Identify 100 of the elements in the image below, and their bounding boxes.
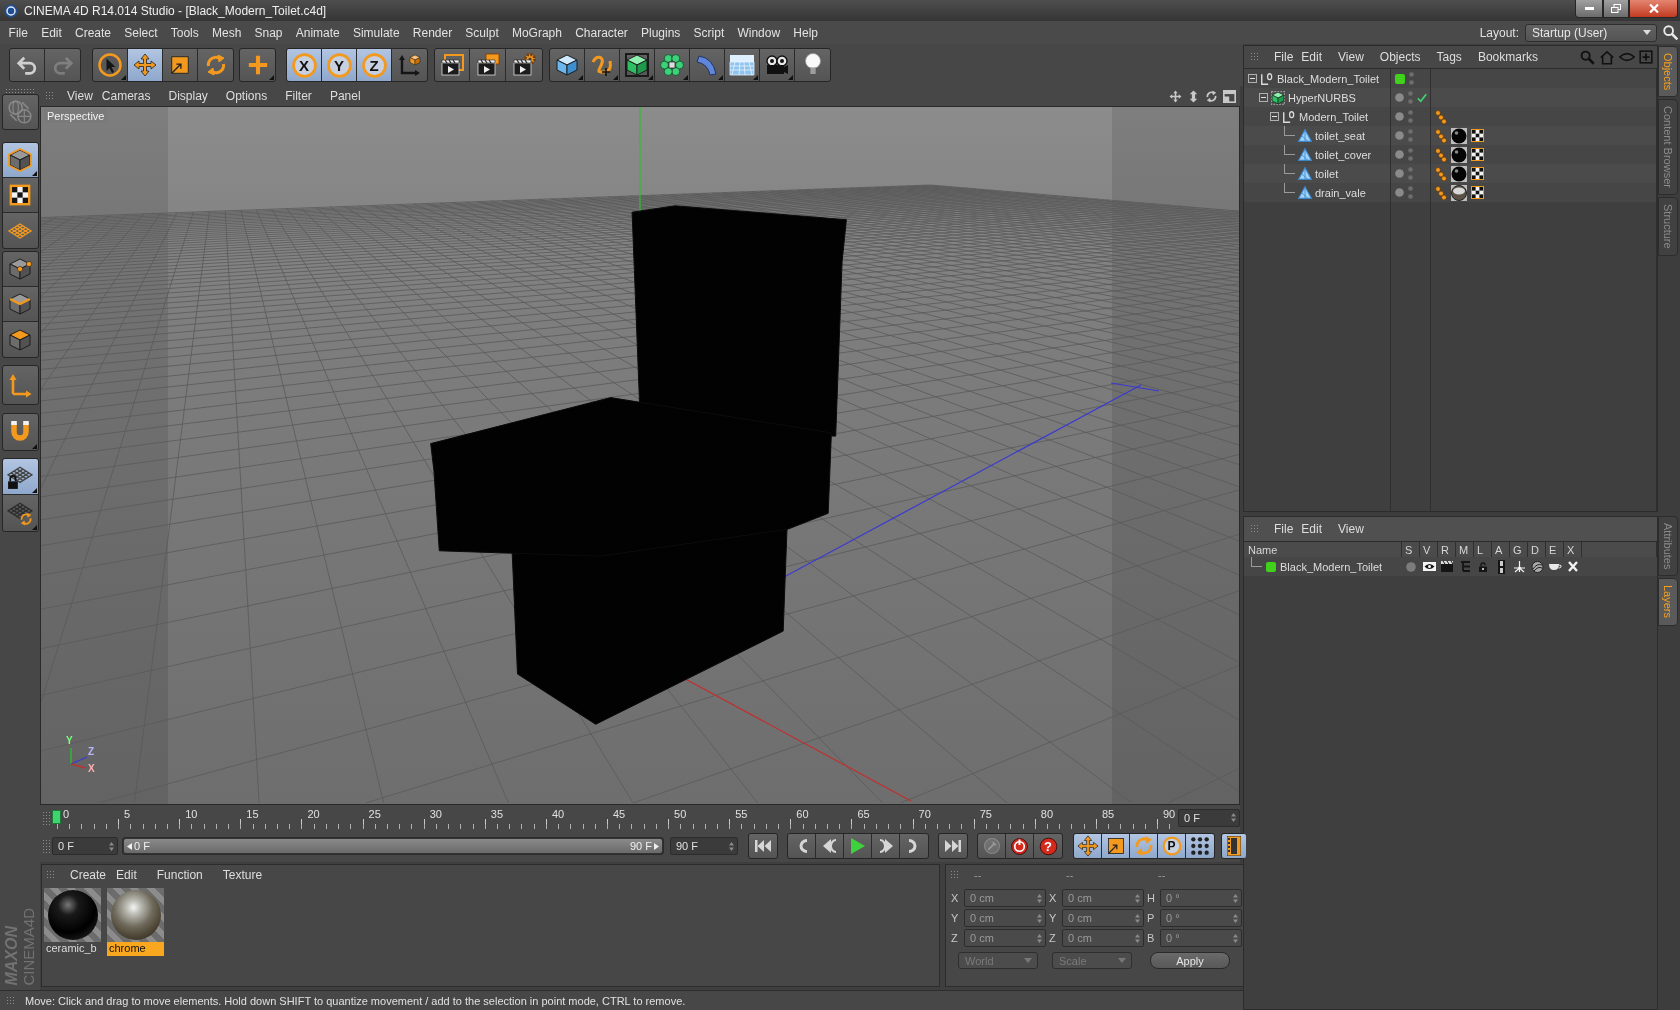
point-mode-button[interactable] bbox=[2, 252, 38, 287]
render-view-button[interactable] bbox=[435, 49, 470, 81]
viewport-menu-item[interactable]: Panel bbox=[320, 89, 370, 103]
snap-button[interactable] bbox=[2, 414, 38, 450]
object-name[interactable]: Black_Modern_Toilet bbox=[1277, 72, 1380, 85]
objects-menu-item[interactable]: View bbox=[1330, 50, 1372, 64]
polygon-mode-button[interactable] bbox=[2, 322, 38, 357]
record-keys-button[interactable] bbox=[978, 834, 1006, 858]
object-name[interactable]: toilet_cover bbox=[1315, 148, 1372, 161]
axis-lock-button[interactable]: Z bbox=[357, 49, 392, 81]
layers-menu-item[interactable]: Edit bbox=[1293, 522, 1331, 536]
restore-button[interactable] bbox=[1603, 0, 1629, 18]
model-mode-button[interactable] bbox=[2, 143, 38, 178]
scale-tool-button[interactable] bbox=[163, 49, 198, 81]
light-button[interactable] bbox=[795, 49, 830, 81]
cube-button[interactable] bbox=[550, 49, 585, 81]
menu-item[interactable]: Simulate bbox=[346, 25, 407, 40]
material-menu-item[interactable]: Create bbox=[70, 868, 107, 882]
checkmark-icon[interactable] bbox=[1417, 92, 1427, 103]
menu-item[interactable]: Help bbox=[786, 25, 825, 40]
objects-menu-item[interactable]: Edit bbox=[1293, 50, 1331, 64]
menu-item[interactable]: File bbox=[2, 25, 35, 40]
frame-range-slider[interactable]: 0 F 90 F bbox=[124, 839, 662, 853]
menu-item[interactable]: Sculpt bbox=[458, 25, 506, 40]
menu-item[interactable]: Create bbox=[68, 25, 118, 40]
search-icon[interactable] bbox=[1663, 25, 1678, 40]
menu-item[interactable]: Render bbox=[406, 25, 459, 40]
material-name[interactable]: chrome bbox=[107, 942, 164, 956]
orbit-icon[interactable] bbox=[1205, 89, 1218, 103]
visibility-dots-icon[interactable] bbox=[1408, 167, 1413, 180]
minimize-button[interactable] bbox=[1575, 0, 1603, 18]
material-menu-item[interactable]: Edit bbox=[106, 868, 147, 882]
previous-key-button[interactable] bbox=[788, 834, 816, 858]
axis-lock-button[interactable]: X bbox=[287, 49, 322, 81]
menu-item[interactable]: Plugins bbox=[634, 25, 687, 40]
object-name[interactable]: toilet_seat bbox=[1315, 129, 1366, 142]
go-to-end-button[interactable] bbox=[939, 834, 967, 858]
menu-item[interactable]: Window bbox=[730, 25, 787, 40]
menu-item[interactable]: MoGraph bbox=[505, 25, 569, 40]
go-to-start-button[interactable] bbox=[749, 834, 777, 858]
deformer-button[interactable] bbox=[690, 49, 725, 81]
collapse-toggle-icon[interactable] bbox=[1248, 74, 1257, 83]
undo-button[interactable] bbox=[10, 49, 45, 81]
parameter-key-button[interactable]: P bbox=[1158, 834, 1186, 858]
material-name[interactable]: ceramic_b bbox=[44, 942, 101, 956]
timeline-button[interactable] bbox=[1222, 834, 1246, 858]
end-frame-field[interactable]: 90 F bbox=[670, 837, 738, 855]
viewport-menu-item[interactable]: View bbox=[67, 89, 93, 103]
objects-menu-item[interactable]: Tags bbox=[1428, 50, 1470, 64]
menu-item[interactable]: Edit bbox=[34, 25, 69, 40]
collapse-toggle-icon[interactable] bbox=[1270, 112, 1279, 121]
recent-tool-button[interactable] bbox=[240, 49, 275, 81]
objects-menu-item[interactable]: Bookmarks bbox=[1469, 50, 1546, 64]
texture-mode-button[interactable] bbox=[2, 178, 38, 213]
object-name[interactable]: toilet bbox=[1315, 167, 1339, 180]
rotation-key-button[interactable] bbox=[1130, 834, 1158, 858]
axis-lock-button[interactable]: Y bbox=[322, 49, 357, 81]
visibility-dots-icon[interactable] bbox=[1408, 129, 1413, 142]
menu-item[interactable]: Select bbox=[117, 25, 165, 40]
visibility-dots-icon[interactable] bbox=[1408, 110, 1413, 123]
point-level-key-button[interactable] bbox=[1186, 834, 1214, 858]
material-menu-item[interactable]: Texture bbox=[212, 868, 273, 882]
menu-item[interactable]: Snap bbox=[247, 25, 290, 40]
camera-button[interactable] bbox=[760, 49, 795, 81]
layers-menu-item[interactable]: View bbox=[1330, 522, 1372, 536]
floor-button[interactable] bbox=[725, 49, 760, 81]
selection-tool-button[interactable] bbox=[93, 49, 128, 81]
menu-item[interactable]: Mesh bbox=[205, 25, 248, 40]
autokey-button[interactable] bbox=[1006, 834, 1034, 858]
collapse-toggle-icon[interactable] bbox=[1259, 93, 1268, 102]
visibility-dots-icon[interactable] bbox=[1408, 91, 1413, 104]
axis-mode-button[interactable] bbox=[2, 366, 38, 404]
apply-button[interactable]: Apply bbox=[1150, 952, 1230, 969]
visibility-dots-icon[interactable] bbox=[1409, 72, 1414, 85]
material-menu-item[interactable]: Function bbox=[146, 868, 213, 882]
lock-workplane-button[interactable] bbox=[2, 459, 38, 495]
menu-item[interactable]: Animate bbox=[289, 25, 347, 40]
next-frame-button[interactable] bbox=[872, 834, 900, 858]
spline-button[interactable] bbox=[585, 49, 620, 81]
visibility-dots-icon[interactable] bbox=[1408, 186, 1413, 199]
close-button[interactable] bbox=[1629, 0, 1678, 18]
layer-name[interactable]: Black_Modern_Toilet bbox=[1280, 560, 1383, 573]
objects-menu-item[interactable]: File bbox=[1274, 50, 1294, 64]
subdivision-button[interactable] bbox=[620, 49, 655, 81]
viewport-menu-item[interactable]: Cameras bbox=[92, 89, 160, 103]
material-sphere-drawing[interactable] bbox=[107, 888, 164, 942]
window-layout-icon[interactable] bbox=[1223, 89, 1236, 103]
viewport-menu-item[interactable]: Filter bbox=[276, 89, 321, 103]
material-sphere-drawing[interactable] bbox=[44, 888, 101, 942]
current-frame-field[interactable]: 0 F bbox=[1178, 808, 1240, 827]
object-name[interactable]: HyperNURBS bbox=[1288, 91, 1356, 104]
object-name[interactable]: drain_vale bbox=[1315, 186, 1366, 199]
previous-frame-button[interactable] bbox=[816, 834, 844, 858]
render-picture-button[interactable] bbox=[470, 49, 506, 81]
visibility-dots-icon[interactable] bbox=[1408, 148, 1413, 161]
layers-menu-item[interactable]: File bbox=[1274, 522, 1294, 536]
scale-key-button[interactable] bbox=[1102, 834, 1130, 858]
start-frame-field[interactable]: 0 F bbox=[52, 837, 118, 855]
cloner-button[interactable] bbox=[655, 49, 690, 81]
viewport-menu-item[interactable]: Display bbox=[159, 89, 217, 103]
